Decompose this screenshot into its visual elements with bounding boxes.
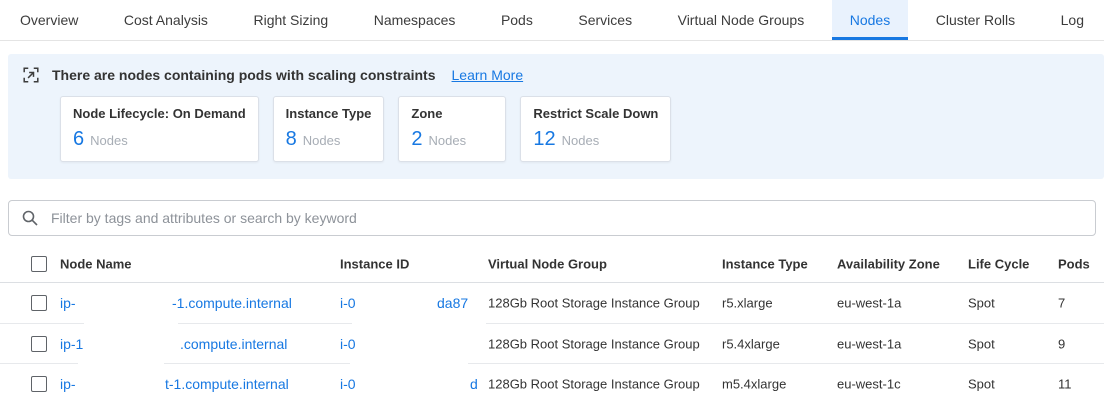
table-row: ip-1 .compute.internal i-0 128Gb Root St… [0, 323, 1104, 363]
tab-log[interactable]: Log [1043, 0, 1102, 40]
pods-cell: 7 [1058, 296, 1065, 311]
tab-cluster-rolls[interactable]: Cluster Rolls [918, 0, 1033, 40]
tab-services[interactable]: Services [560, 0, 650, 40]
card-instance-type[interactable]: Instance Type 8 Nodes [273, 96, 385, 162]
search-icon [21, 209, 39, 227]
row-checkbox[interactable] [31, 295, 47, 311]
banner-message: There are nodes containing pods with sca… [52, 67, 436, 83]
card-count: 8 [286, 128, 297, 150]
node-name-link[interactable]: ip-1 [60, 336, 83, 352]
life-cycle-cell: Spot [968, 376, 995, 391]
redaction-box [350, 352, 468, 388]
card-restrict-scale-down[interactable]: Restrict Scale Down 12 Nodes [520, 96, 671, 162]
node-name-link[interactable]: ip- [60, 376, 76, 392]
virtual-node-group-cell: 128Gb Root Storage Instance Group [488, 376, 700, 391]
tab-namespaces[interactable]: Namespaces [356, 0, 474, 40]
availability-zone-cell: eu-west-1a [837, 296, 901, 311]
virtual-node-group-cell: 128Gb Root Storage Instance Group [488, 336, 700, 351]
pods-cell: 9 [1058, 336, 1065, 351]
availability-zone-cell: eu-west-1c [837, 376, 901, 391]
virtual-node-group-cell: 128Gb Root Storage Instance Group [488, 296, 700, 311]
instance-id-link[interactable]: i-0 [340, 336, 356, 352]
node-name-link[interactable]: ip- [60, 295, 76, 311]
redaction-box [78, 352, 164, 388]
pods-cell: 11 [1058, 376, 1072, 391]
redaction-box [84, 312, 178, 348]
redaction-box [352, 312, 486, 348]
card-title: Restrict Scale Down [533, 106, 658, 121]
card-title: Zone [411, 106, 493, 121]
col-node-name: Node Name [60, 257, 132, 272]
learn-more-link[interactable]: Learn More [452, 67, 524, 83]
card-title: Instance Type [286, 106, 372, 121]
tab-cost-analysis[interactable]: Cost Analysis [106, 0, 226, 40]
card-count: 2 [411, 128, 422, 150]
card-unit: Nodes [429, 133, 467, 148]
card-node-lifecycle-on-demand[interactable]: Node Lifecycle: On Demand 6 Nodes [60, 96, 259, 162]
tab-virtual-node-groups[interactable]: Virtual Node Groups [660, 0, 823, 40]
constraint-cards: Node Lifecycle: On Demand 6 Nodes Instanc… [60, 96, 1104, 162]
card-count: 12 [533, 128, 555, 150]
card-zone[interactable]: Zone 2 Nodes [398, 96, 506, 162]
filter-search-box [8, 200, 1096, 236]
col-pods: Pods [1058, 257, 1090, 272]
instance-type-cell: m5.4xlarge [722, 376, 786, 391]
tab-right-sizing[interactable]: Right Sizing [235, 0, 346, 40]
instance-id-link[interactable]: i-0 [340, 295, 356, 311]
tab-bar: Overview Cost Analysis Right Sizing Name… [0, 0, 1104, 41]
instance-type-cell: r5.4xlarge [722, 336, 780, 351]
select-all-checkbox[interactable] [31, 256, 47, 272]
col-virtual-node-group: Virtual Node Group [488, 257, 607, 272]
col-instance-type: Instance Type [722, 257, 808, 272]
card-count: 6 [73, 128, 84, 150]
table-header: Node Name Instance ID Virtual Node Group… [0, 246, 1104, 283]
availability-zone-cell: eu-west-1a [837, 336, 901, 351]
card-title: Node Lifecycle: On Demand [73, 106, 246, 121]
tab-pods[interactable]: Pods [483, 0, 551, 40]
node-name-link[interactable]: .compute.internal [180, 336, 287, 352]
instance-id-link[interactable]: d [470, 376, 478, 392]
card-unit: Nodes [562, 133, 600, 148]
table-row: ip- t-1.compute.internal i-0 d 128Gb Roo… [0, 363, 1104, 403]
col-instance-id: Instance ID [340, 257, 409, 272]
row-checkbox[interactable] [31, 336, 47, 352]
card-unit: Nodes [303, 133, 341, 148]
scaling-constraint-icon [22, 66, 40, 84]
nodes-table: Node Name Instance ID Virtual Node Group… [0, 246, 1104, 403]
scaling-constraints-banner: There are nodes containing pods with sca… [8, 54, 1104, 179]
life-cycle-cell: Spot [968, 296, 995, 311]
card-unit: Nodes [90, 133, 128, 148]
row-checkbox[interactable] [31, 376, 47, 392]
instance-id-link[interactable]: da87 [437, 295, 468, 311]
node-name-link[interactable]: -1.compute.internal [172, 295, 292, 311]
tab-nodes[interactable]: Nodes [832, 0, 908, 40]
life-cycle-cell: Spot [968, 336, 995, 351]
instance-id-link[interactable]: i-0 [340, 376, 356, 392]
instance-type-cell: r5.xlarge [722, 296, 773, 311]
tab-overview[interactable]: Overview [2, 0, 96, 40]
col-life-cycle: Life Cycle [968, 257, 1029, 272]
col-availability-zone: Availability Zone [837, 257, 940, 272]
node-name-link[interactable]: t-1.compute.internal [165, 376, 289, 392]
search-input[interactable] [49, 209, 1083, 227]
